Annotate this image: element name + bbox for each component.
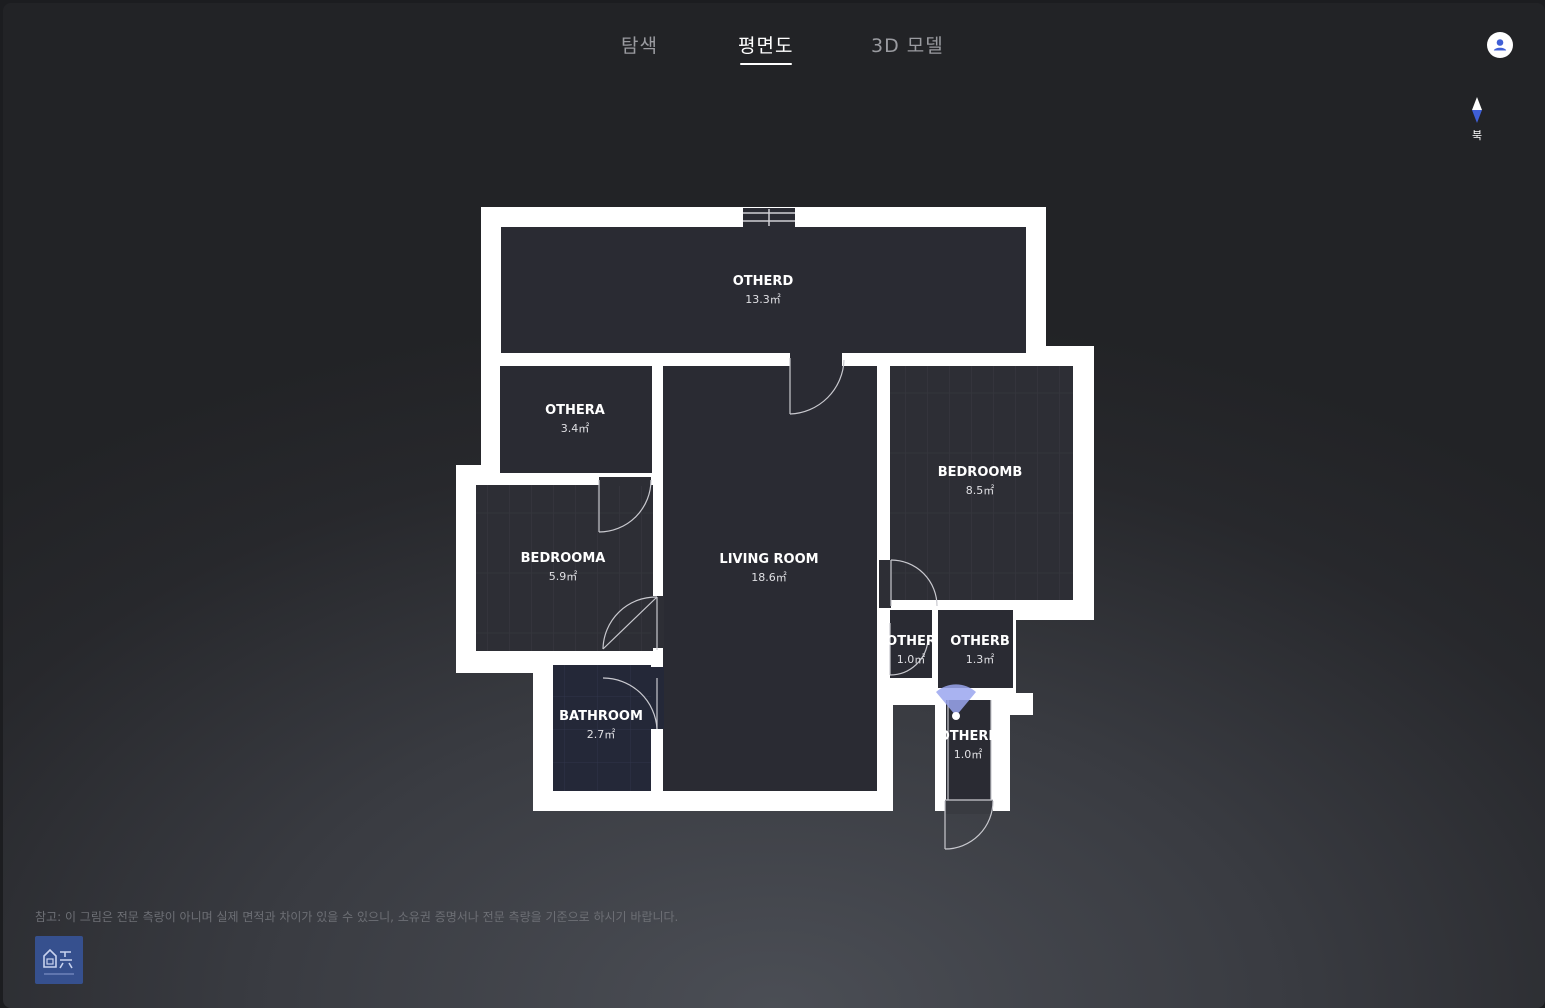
room-area: 1.0㎡ [953,748,983,761]
brand-logo [35,936,83,984]
room-area: 18.6㎡ [751,571,787,584]
room-name: OTHERD [732,274,794,289]
room-area: 3.4㎡ [560,422,590,435]
room-name: OTHER [886,634,936,649]
room-area: 8.5㎡ [965,484,995,497]
room-label-other[interactable]: OTHER 1.0㎡ [886,634,936,667]
room-label-othera[interactable]: OTHERA 3.4㎡ [545,403,605,436]
room-name: BEDROOMA [520,551,606,566]
room-name: BEDROOMB [937,465,1023,480]
house-logo-icon [43,948,74,975]
room-label-bedrooma[interactable]: BEDROOMA 5.9㎡ [521,551,606,584]
disclaimer-text: 참고: 이 그림은 전문 측량이 아니며 실제 면적과 차이가 있을 수 있으니… [35,910,679,924]
room-area: 1.3㎡ [965,653,995,666]
room-area: 2.7㎡ [586,728,616,741]
room-name: BATHROOM [559,709,643,724]
room-area: 13.3㎡ [745,293,781,306]
floorplan-viewer: 탐색 평면도 3D 모델 북 OTHERD 13.3㎡ OTHERA 3.4㎡ … [3,3,1545,1008]
room-label-otherb[interactable]: OTHERB 1.3㎡ [950,634,1010,667]
room-name: OTHERB [950,634,1010,649]
room-label-bedroomb[interactable]: BEDROOMB 8.5㎡ [938,465,1023,498]
room-name: LIVING ROOM [719,552,819,567]
room-name: OTHERE [938,729,998,744]
window [743,208,795,227]
room-label-othere[interactable]: OTHERE 1.0㎡ [939,729,998,762]
room-area: 5.9㎡ [548,570,578,583]
room-name: OTHERA [545,403,605,418]
room-label-otherd[interactable]: OTHERD 13.3㎡ [733,274,793,307]
room-label-living-room[interactable]: LIVING ROOM 18.6㎡ [719,552,818,585]
floorplan-drawing [456,207,1094,850]
room-label-bathroom[interactable]: BATHROOM 2.7㎡ [559,709,643,742]
room-area: 1.0㎡ [896,653,926,666]
